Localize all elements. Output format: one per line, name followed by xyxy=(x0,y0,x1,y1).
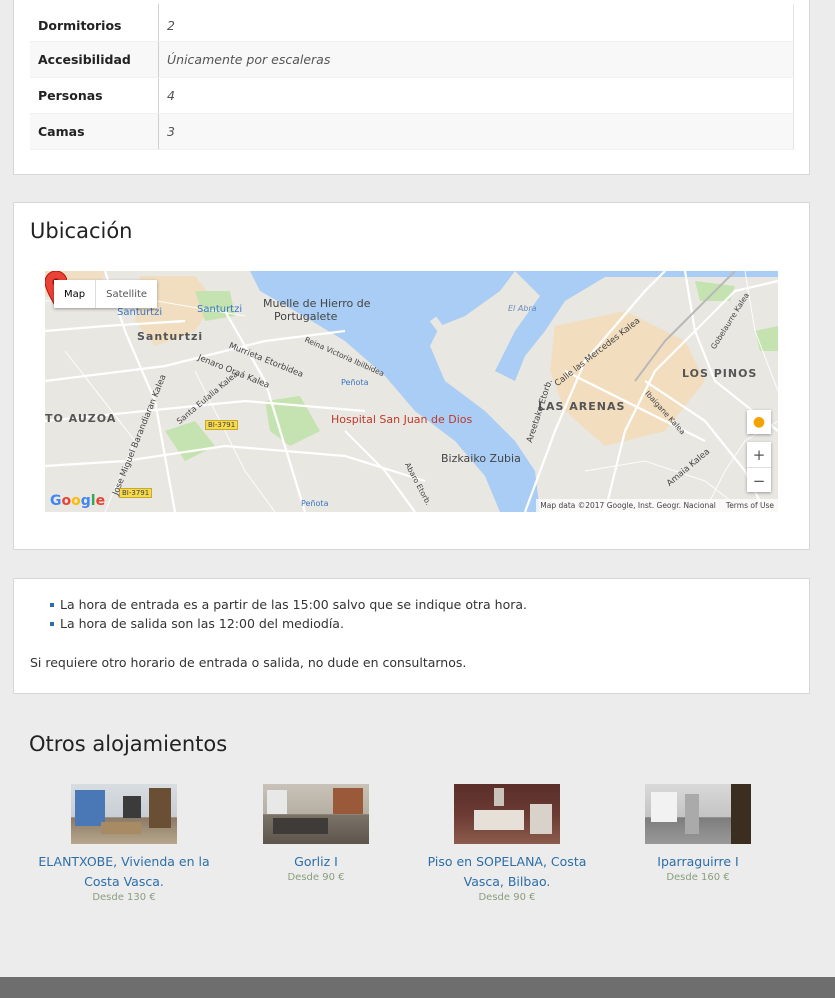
accommodation-name-link[interactable]: ELANTXOBE, Vivienda en la Costa Vasca. xyxy=(24,852,224,892)
footer-bar xyxy=(0,977,835,998)
checkin-note: Si requiere otro horario de entrada o sa… xyxy=(30,655,467,670)
map-label: Santurtzi xyxy=(197,304,243,315)
map-label: Peñota xyxy=(341,378,369,387)
checkin-info-card: La hora de entrada es a partir de las 15… xyxy=(13,578,810,694)
accommodation-thumbnail[interactable] xyxy=(454,784,560,844)
road-badge: BI-3791 xyxy=(119,488,153,498)
others-title: Otros alojamientos xyxy=(29,732,228,756)
map-label: LOS PINOS xyxy=(682,367,758,380)
accommodation-card[interactable]: Piso en SOPELANA, Costa Vasca, Bilbao. D… xyxy=(407,784,607,903)
accommodation-name-link[interactable]: Piso en SOPELANA, Costa Vasca, Bilbao. xyxy=(407,852,607,892)
map-label: Peñota xyxy=(301,499,329,508)
detail-label: Camas xyxy=(30,113,159,150)
pegman-icon[interactable]: ● xyxy=(747,410,771,434)
accommodation-thumbnail[interactable] xyxy=(263,784,369,844)
table-row: Personas 4 xyxy=(30,77,794,114)
details-card: Dormitorios 2 Accesibilidad Únicamente p… xyxy=(13,0,810,175)
map-label: Muelle de Hierro de xyxy=(263,297,371,310)
map-label: Bizkaiko Zubia xyxy=(441,452,521,465)
accommodation-thumbnail[interactable] xyxy=(645,784,751,844)
map-type-toggle[interactable]: Map Satellite xyxy=(54,280,158,308)
road-badge: BI-3791 xyxy=(205,420,239,430)
map-label: Hospital San Juan de Dios xyxy=(331,413,473,426)
zoom-in-button[interactable]: + xyxy=(747,442,771,468)
detail-label: Personas xyxy=(30,77,159,114)
accommodation-card[interactable]: Gorliz I Desde 90 € xyxy=(216,784,416,883)
accommodation-name-link[interactable]: Gorliz I xyxy=(216,852,416,872)
detail-value: 2 xyxy=(158,4,794,42)
terms-of-use-link[interactable]: Terms of Use xyxy=(726,501,774,510)
accommodation-price: Desde 160 € xyxy=(666,872,730,883)
accommodation-price: Desde 90 € xyxy=(478,892,536,903)
map-label: Portugalete xyxy=(274,310,338,323)
accommodation-name-link[interactable]: Iparraguirre I xyxy=(598,852,798,872)
accommodation-price: Desde 90 € xyxy=(287,872,345,883)
map-type-satellite-button[interactable]: Satellite xyxy=(96,280,157,308)
checkin-list: La hora de entrada es a partir de las 15… xyxy=(50,595,527,633)
table-row: Accesibilidad Únicamente por escaleras xyxy=(30,41,794,78)
location-card: Ubicación Santurtzi Santurtzi Santurtzi … xyxy=(13,202,810,550)
map-label: Santurtzi xyxy=(117,307,163,318)
map-data-text: Map data ©2017 Google, Inst. Geogr. Naci… xyxy=(540,501,716,510)
map[interactable]: Santurtzi Santurtzi Santurtzi Muelle de … xyxy=(45,271,778,512)
list-item: La hora de entrada es a partir de las 15… xyxy=(50,595,527,614)
zoom-out-button[interactable]: − xyxy=(747,468,771,493)
table-row: Dormitorios 2 xyxy=(30,4,794,42)
google-logo[interactable]: Google xyxy=(50,493,105,509)
detail-label: Accesibilidad xyxy=(30,41,159,78)
map-label: El Abra xyxy=(508,304,537,313)
accommodation-card[interactable]: ELANTXOBE, Vivienda en la Costa Vasca. D… xyxy=(24,784,224,903)
detail-label: Dormitorios xyxy=(30,4,159,42)
map-attribution: Map data ©2017 Google, Inst. Geogr. Naci… xyxy=(536,499,778,512)
map-label: Santurtzi xyxy=(137,330,204,343)
list-item: La hora de salida son las 12:00 del medi… xyxy=(50,614,527,633)
location-title: Ubicación xyxy=(30,219,133,243)
detail-value: 3 xyxy=(158,113,794,150)
detail-value: 4 xyxy=(158,77,794,114)
accommodation-card[interactable]: Iparraguirre I Desde 160 € xyxy=(598,784,798,883)
map-type-map-button[interactable]: Map xyxy=(54,280,97,308)
detail-value: Únicamente por escaleras xyxy=(158,41,794,78)
details-table: Dormitorios 2 Accesibilidad Únicamente p… xyxy=(30,4,794,150)
accommodation-thumbnail[interactable] xyxy=(71,784,177,844)
table-row: Camas 3 xyxy=(30,113,794,150)
map-label: LAS ARENAS xyxy=(538,400,626,413)
map-label: TO AUZOA xyxy=(45,412,117,425)
accommodation-price: Desde 130 € xyxy=(92,892,156,903)
zoom-control: + − xyxy=(747,442,771,492)
